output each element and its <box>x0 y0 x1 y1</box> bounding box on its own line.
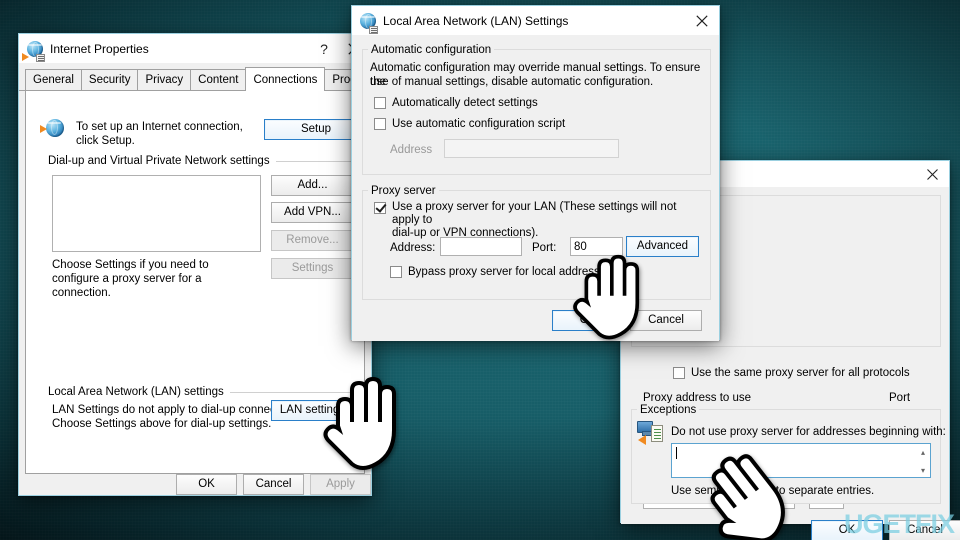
proxy-cancel-label: Cancel <box>907 523 943 536</box>
ie-cancel-label: Cancel <box>255 477 292 490</box>
remove-button-label: Remove... <box>286 233 339 246</box>
proxy-port-label: Port: <box>532 242 557 254</box>
setup-button-label: Setup <box>300 122 332 135</box>
dialup-group-label: Dial-up and Virtual Private Network sett… <box>48 155 360 167</box>
use-proxy-server-row[interactable]: Use a proxy server for your LAN (These s… <box>374 201 704 240</box>
lan-ok-button[interactable]: OK <box>552 310 624 331</box>
lan-settings-button-label: LAN settings <box>279 403 346 416</box>
setup-description: To set up an Internet connection, click … <box>76 121 243 147</box>
lan-group-label-text: Local Area Network (LAN) settings <box>48 386 224 398</box>
group-divider <box>229 391 360 393</box>
use-config-script-label: Use automatic configuration script <box>392 118 566 130</box>
exceptions-scroll-spinner[interactable]: ▴ ▾ <box>916 446 930 477</box>
bypass-proxy-checkbox[interactable] <box>390 266 402 278</box>
remove-button: Remove... <box>271 230 354 251</box>
use-proxy-server-checkbox[interactable] <box>374 202 386 214</box>
internet-properties-tabs: General Security Privacy Content Connect… <box>19 63 457 91</box>
bypass-proxy-row[interactable]: Bypass proxy server for local addresses <box>390 266 612 279</box>
ie-cancel-button[interactable]: Cancel <box>243 474 304 495</box>
ie-apply-label: Apply <box>326 477 355 490</box>
computer-document-icon <box>637 421 663 445</box>
tab-security-label: Security <box>88 74 131 86</box>
same-proxy-label: Use the same proxy server for all protoc… <box>691 367 910 379</box>
settings-button: Settings <box>271 258 354 279</box>
tab-connections[interactable]: Connections <box>245 67 326 91</box>
lan-hint-line1: LAN Settings do not apply to dial-up con… <box>52 404 304 416</box>
proxy-address-label: Address: <box>390 242 436 254</box>
advanced-button[interactable]: Advanced <box>626 236 699 257</box>
help-icon[interactable]: ? <box>309 34 339 63</box>
exceptions-group-label: Exceptions <box>637 403 700 417</box>
globe-icon <box>22 40 45 62</box>
setup-globe-icon <box>40 119 68 139</box>
lan-group-label: Local Area Network (LAN) settings <box>48 386 360 398</box>
proxy-server-group-label: Proxy server <box>368 184 439 198</box>
internet-properties-titlebar: Internet Properties ? <box>19 34 371 63</box>
chevron-up-icon[interactable]: ▴ <box>921 448 925 457</box>
exceptions-textarea[interactable]: ▴ ▾ <box>671 443 931 478</box>
proxy-address-input[interactable] <box>440 237 522 256</box>
script-address-input <box>444 139 619 158</box>
add-button[interactable]: Add... <box>271 175 354 196</box>
group-divider <box>275 160 360 162</box>
automatic-configuration-group-label: Automatic configuration <box>368 43 495 57</box>
use-config-script-checkbox[interactable] <box>374 118 386 130</box>
ie-ok-label: OK <box>198 477 215 490</box>
lan-settings-titlebar: Local Area Network (LAN) Settings <box>352 6 719 35</box>
automatic-configuration-desc-line2: use of manual settings, disable automati… <box>370 76 654 88</box>
internet-properties-title: Internet Properties <box>50 41 149 56</box>
ie-ok-button[interactable]: OK <box>176 474 237 495</box>
dialup-group-label-text: Dial-up and Virtual Private Network sett… <box>48 155 270 167</box>
use-proxy-server-label: Use a proxy server for your LAN (These s… <box>392 201 704 240</box>
auto-detect-settings-label: Automatically detect settings <box>392 97 538 109</box>
same-proxy-checkbox[interactable] <box>673 367 685 379</box>
use-config-script-row[interactable]: Use automatic configuration script <box>374 118 565 131</box>
exceptions-hint: Use semicolons ( ; ) to separate entries… <box>671 485 875 497</box>
tab-connections-label: Connections <box>253 74 318 86</box>
lan-settings-title: Local Area Network (LAN) Settings <box>383 13 569 28</box>
settings-button-label: Settings <box>291 261 334 274</box>
tab-content-label: Content <box>198 74 239 86</box>
ie-apply-button: Apply <box>310 474 371 495</box>
lan-settings-button[interactable]: LAN settings <box>271 400 354 421</box>
same-proxy-for-all-protocols-row[interactable]: Use the same proxy server for all protoc… <box>673 367 910 380</box>
tab-general[interactable]: General <box>25 69 82 90</box>
connections-tab-panel: To set up an Internet connection, click … <box>25 91 368 474</box>
lan-cancel-label: Cancel <box>648 313 684 326</box>
proxy-port-column-header: Port <box>889 392 911 404</box>
script-address-label: Address <box>390 144 433 156</box>
internet-properties-dialog: Internet Properties ? General Security P… <box>18 33 457 496</box>
tab-privacy[interactable]: Privacy <box>137 69 192 90</box>
proxy-port-input[interactable]: 80 <box>570 237 623 256</box>
close-icon[interactable] <box>917 161 947 187</box>
lan-hint-line2: Choose Settings above for dial-up settin… <box>52 418 272 430</box>
lan-cancel-button[interactable]: Cancel <box>630 310 702 331</box>
dialup-hint: Choose Settings if you need to configure… <box>52 259 209 299</box>
bypass-proxy-label: Bypass proxy server for local addresses <box>408 266 612 278</box>
proxy-ok-button[interactable]: OK <box>811 520 883 540</box>
lan-settings-dialog: Local Area Network (LAN) Settings Automa… <box>351 5 720 341</box>
tab-general-label: General <box>33 74 74 86</box>
add-button-label: Add... <box>297 178 328 191</box>
proxy-port-value: 80 <box>574 240 587 253</box>
use-proxy-server-label-line1: Use a proxy server for your LAN (These s… <box>392 201 677 226</box>
add-vpn-button-label: Add VPN... <box>284 205 341 218</box>
proxy-ok-label: OK <box>838 523 856 536</box>
globe-icon <box>360 12 378 34</box>
close-icon[interactable] <box>687 6 717 35</box>
tab-content[interactable]: Content <box>190 69 247 90</box>
auto-detect-settings-checkbox[interactable] <box>374 97 386 109</box>
auto-detect-settings-row[interactable]: Automatically detect settings <box>374 97 538 110</box>
dialup-connections-listbox[interactable] <box>52 175 261 252</box>
add-vpn-button[interactable]: Add VPN... <box>271 202 354 223</box>
proxy-cancel-button[interactable]: Cancel <box>889 520 960 540</box>
lan-ok-label: OK <box>579 313 597 326</box>
tab-security[interactable]: Security <box>80 69 139 90</box>
advanced-button-label: Advanced <box>636 239 689 252</box>
tab-privacy-label: Privacy <box>145 74 184 86</box>
exceptions-description: Do not use proxy server for addresses be… <box>671 426 946 438</box>
chevron-down-icon[interactable]: ▾ <box>921 466 925 475</box>
